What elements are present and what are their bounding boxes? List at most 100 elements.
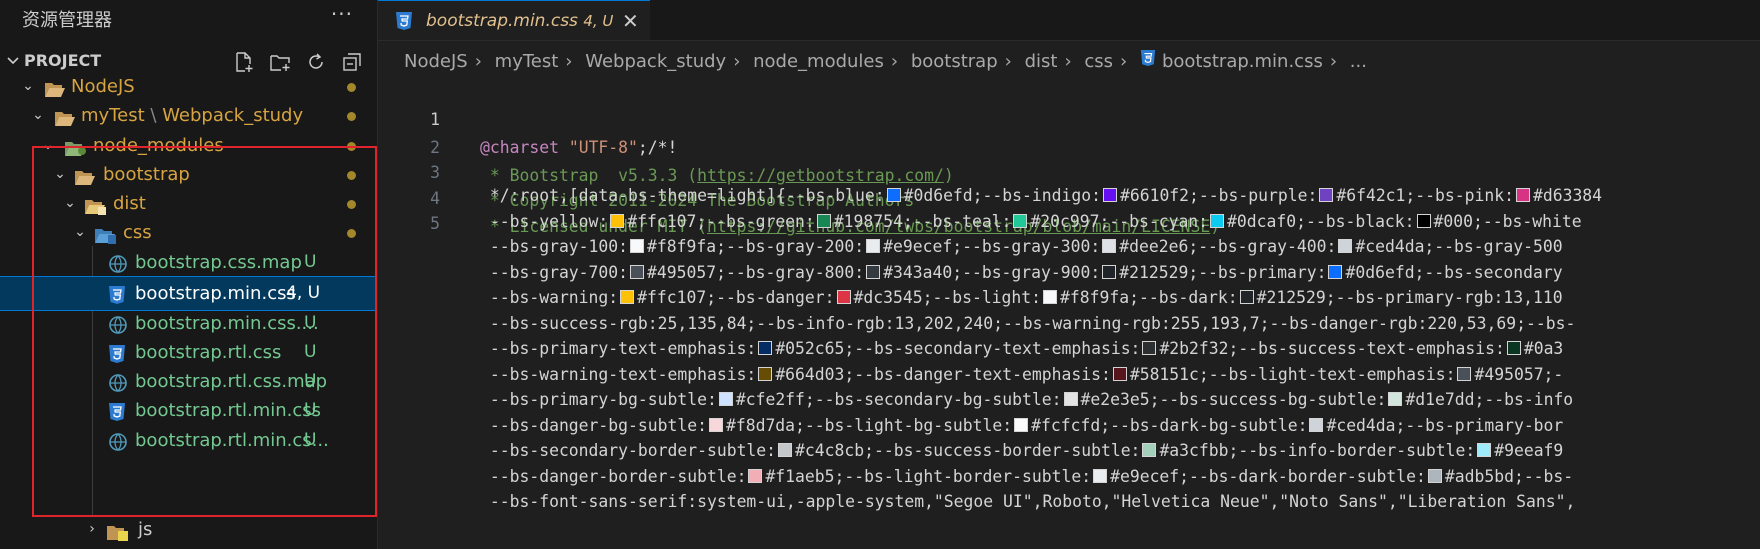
breadcrumb-item[interactable]: myTest xyxy=(495,51,559,72)
close-icon[interactable]: ✕ xyxy=(622,1,639,41)
tree-item-label: js xyxy=(138,519,153,540)
breadcrumb-item[interactable]: node_modules xyxy=(753,51,884,72)
code-token: #fcfcfd;--bs-dark-bg-subtle: xyxy=(1031,416,1308,435)
modified-dot xyxy=(347,83,356,92)
tree-folder-css[interactable]: ⌄ css xyxy=(0,216,377,249)
tree-file-bootstrap-css-map[interactable]: bootstrap.css.map U xyxy=(0,246,377,279)
color-swatch[interactable] xyxy=(1457,367,1472,381)
tree-file-bootstrap-min-css[interactable]: bootstrap.min.css 4, U xyxy=(0,276,377,311)
code-token: #212529;--bs-primary: xyxy=(1119,263,1327,282)
color-swatch[interactable] xyxy=(1427,469,1442,483)
color-swatch[interactable] xyxy=(610,214,625,228)
tree-file-bootstrap-rtl-min-css[interactable]: bootstrap.rtl.min.css U xyxy=(0,394,377,427)
code-token: #0d6efd;--bs-secondary xyxy=(1345,263,1563,282)
color-swatch[interactable] xyxy=(1309,418,1324,432)
color-swatch[interactable] xyxy=(816,214,831,228)
breadcrumb-item[interactable]: bootstrap xyxy=(911,51,998,72)
code-token: #2b2f32;--bs-success-text-emphasis: xyxy=(1159,339,1505,358)
color-swatch[interactable] xyxy=(1210,214,1225,228)
code-token: --bs-danger-border-subtle: xyxy=(480,467,747,486)
code-line: 5 xyxy=(378,182,440,233)
color-swatch[interactable] xyxy=(866,239,881,253)
code-token: #d63384 xyxy=(1532,186,1603,205)
color-swatch[interactable] xyxy=(1063,392,1078,406)
code-token: --bs-gray-100: xyxy=(480,237,629,256)
color-swatch[interactable] xyxy=(1093,469,1108,483)
color-swatch[interactable] xyxy=(1142,341,1157,355)
code-token: #ffc107;--bs-green: xyxy=(627,212,815,231)
breadcrumb-item[interactable]: css xyxy=(1084,51,1113,72)
color-swatch[interactable] xyxy=(1112,367,1127,381)
explorer-sidebar: 资源管理器 ··· PROJECT ⌄ NodeJS ⌄ myTest \ We… xyxy=(0,0,378,549)
color-swatch[interactable] xyxy=(1515,188,1530,202)
code-token: #e2e3e5;--bs-success-bg-subtle: xyxy=(1080,390,1387,409)
chevron-right-icon: › xyxy=(1120,51,1128,72)
code-token: #052c65;--bs-secondary-text-emphasis: xyxy=(775,339,1141,358)
chevron-down-icon: ⌄ xyxy=(74,224,86,240)
color-swatch[interactable] xyxy=(1142,443,1157,457)
color-swatch[interactable] xyxy=(718,392,733,406)
color-swatch[interactable] xyxy=(1388,392,1403,406)
color-swatch[interactable] xyxy=(748,469,763,483)
code-token: #212529;--bs-primary-rgb:13,110 xyxy=(1256,288,1563,307)
node-modules-folder-icon xyxy=(64,136,86,156)
git-status-badge: U xyxy=(304,400,317,420)
color-swatch[interactable] xyxy=(778,443,793,457)
color-swatch[interactable] xyxy=(866,265,881,279)
breadcrumb-item[interactable]: Webpack_study xyxy=(585,51,726,72)
tree-folder-js[interactable]: › js xyxy=(0,513,377,546)
chevron-right-icon: › xyxy=(1004,51,1012,72)
tree-item-label: css xyxy=(123,222,152,243)
breadcrumb: NodeJS › myTest › Webpack_study › node_modu… xyxy=(404,44,1367,80)
code-token: #9eeaf9 xyxy=(1494,441,1564,460)
chevron-right-icon: › xyxy=(890,51,899,72)
css-file-icon xyxy=(1140,44,1156,80)
code-line: 4 * Licensed under MIT (https://github.c… xyxy=(378,157,1220,236)
color-swatch[interactable] xyxy=(758,367,773,381)
color-swatch[interactable] xyxy=(630,265,645,279)
map-file-icon xyxy=(108,371,130,392)
tree-item-label: bootstrap.rtl.min.cs... xyxy=(135,430,329,451)
css-file-icon xyxy=(108,400,130,421)
code-token: #6610f2;--bs-purple: xyxy=(1119,186,1318,205)
more-actions-icon[interactable]: ··· xyxy=(331,2,353,26)
code-token: @charset xyxy=(480,138,559,157)
color-swatch[interactable] xyxy=(758,341,773,355)
color-swatch[interactable] xyxy=(1416,214,1431,228)
code-token: #d1e7dd;--bs-info xyxy=(1405,390,1574,409)
color-swatch[interactable] xyxy=(1043,290,1058,304)
breadcrumb-item[interactable]: bootstrap.min.css xyxy=(1162,51,1323,72)
color-swatch[interactable] xyxy=(1477,443,1492,457)
color-swatch[interactable] xyxy=(1319,188,1334,202)
color-swatch[interactable] xyxy=(708,418,723,432)
code-token: #f8f9fa;--bs-gray-200: xyxy=(647,237,865,256)
code-line: 2 * Bootstrap v5.3.3 (https://getbootstr… xyxy=(378,106,954,185)
color-swatch[interactable] xyxy=(1013,214,1028,228)
breadcrumb-item[interactable]: ... xyxy=(1350,51,1367,72)
tree-file-bootstrap-rtl-min-css-map[interactable]: bootstrap.rtl.min.cs... U xyxy=(0,424,377,457)
tree-folder-mytest-webpack[interactable]: ⌄ myTest \ Webpack_study xyxy=(0,99,377,132)
breadcrumb-item[interactable]: dist xyxy=(1025,51,1058,72)
color-swatch[interactable] xyxy=(1328,265,1343,279)
tree-item-label-compact: Webpack_study xyxy=(162,105,304,126)
color-swatch[interactable] xyxy=(630,239,645,253)
color-swatch[interactable] xyxy=(620,290,635,304)
tab-bootstrap-min-css[interactable]: bootstrap.min.css 4, U ✕ xyxy=(378,0,650,40)
code-token: #e9ecef;--bs-gray-300: xyxy=(883,237,1101,256)
color-swatch[interactable] xyxy=(1338,239,1353,253)
color-swatch[interactable] xyxy=(1506,341,1521,355)
color-swatch[interactable] xyxy=(1239,290,1254,304)
color-swatch[interactable] xyxy=(1014,418,1029,432)
color-swatch[interactable] xyxy=(1102,265,1117,279)
code-token: --bs-danger-bg-subtle: xyxy=(480,416,707,435)
color-swatch[interactable] xyxy=(836,290,851,304)
color-swatch[interactable] xyxy=(886,188,901,202)
color-swatch[interactable] xyxy=(1102,239,1117,253)
code-token: #dc3545;--bs-light: xyxy=(853,288,1042,307)
color-swatch[interactable] xyxy=(1102,188,1117,202)
code-token: --bs-warning: xyxy=(480,288,619,307)
code-token: #ced4da;--bs-primary-bor xyxy=(1326,416,1564,435)
breadcrumb-item[interactable]: NodeJS xyxy=(404,51,468,72)
code-token: #ffc107;--bs-danger: xyxy=(637,288,835,307)
dist-folder-icon xyxy=(84,194,106,215)
